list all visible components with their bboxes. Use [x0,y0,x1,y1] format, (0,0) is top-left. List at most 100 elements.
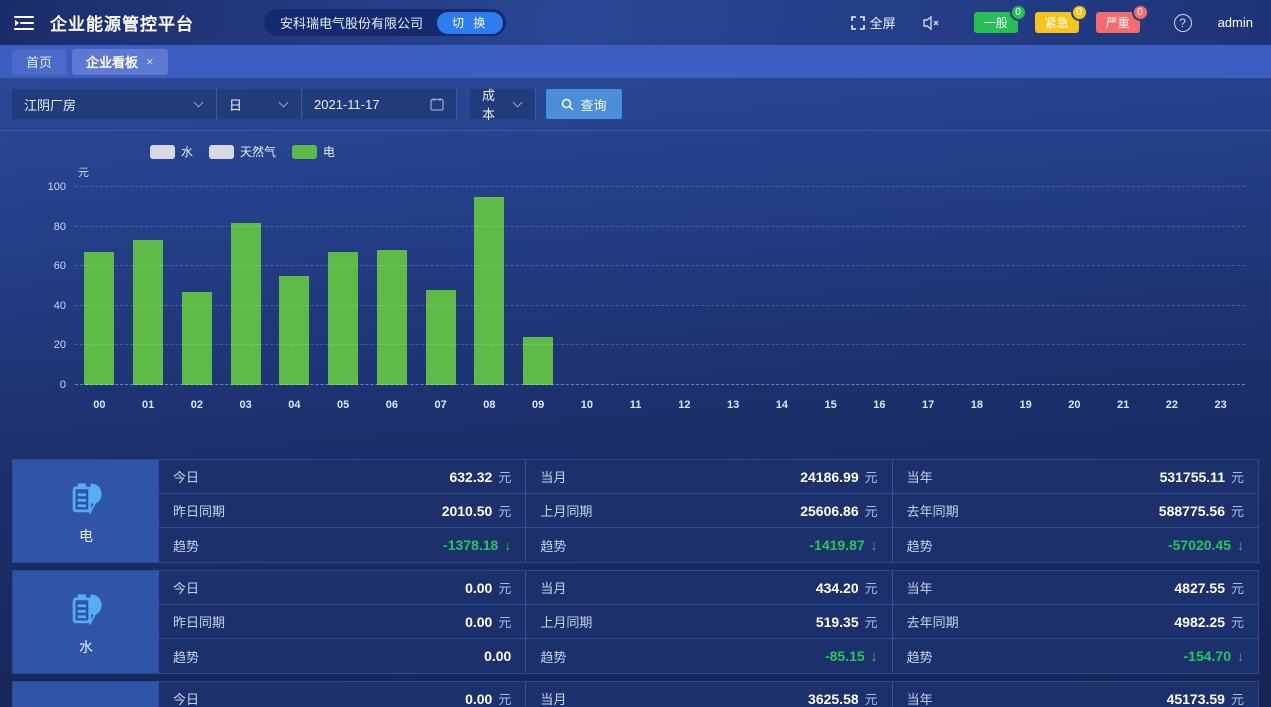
row-values-grid: 今日0.00元当月434.20元当年4827.55元昨日同期0.00元上月同期5… [159,571,1258,673]
query-button-label: 查询 [580,95,606,114]
bar-电-06[interactable] [377,250,407,385]
cell-number: 4827.55 [1174,580,1225,596]
value-cell: 去年同期 588775.56元 [892,494,1258,528]
cell-number: 4982.25 [1174,614,1225,630]
switch-company-button[interactable]: 切 换 [437,12,503,34]
page-title: 企业能源管控平台 [50,10,194,35]
x-tick-label: 13 [709,399,758,411]
cell-value: -85.15↓ [825,648,878,664]
energy-type-name: 电 [79,526,93,546]
value-cell: 趋势-154.70↓ [892,639,1258,673]
cell-label: 趋势 [173,536,199,555]
query-button[interactable]: 查询 [546,89,622,119]
site-select[interactable]: 江阴厂房 [12,89,217,119]
cell-unit: 元 [1231,467,1244,486]
alarm-label: 一般 [984,14,1008,31]
energy-type-name: 水 [79,637,93,657]
row-values-grid: 今日0.00元当月3625.58元当年45173.59元 [159,682,1258,707]
period-select-value: 日 [229,95,268,114]
x-tick-label: 02 [173,399,222,411]
collapse-menu-icon[interactable] [14,12,36,34]
value-cell: 当月434.20元 [525,571,891,605]
table-row-电: 电今日632.32元当月24186.99元当年531755.11元昨日同期201… [12,459,1259,563]
date-input[interactable]: 2021-11-17 [302,89,457,119]
cell-label: 去年同期 [907,501,959,520]
cell-value: -154.70↓ [1184,648,1244,664]
bar-slot-23 [1196,187,1245,385]
tab-首页[interactable]: 首页 [12,49,66,75]
x-tick-label: 03 [221,399,270,411]
legend-item-天然气[interactable]: 天然气 [209,143,276,160]
bar-电-04[interactable] [279,276,309,385]
legend-label: 天然气 [240,143,276,160]
bar-slot-17 [904,187,953,385]
cell-label: 上月同期 [540,612,592,631]
cell-label: 上月同期 [540,501,592,520]
y-tick-label: 20 [54,339,66,351]
legend-item-水[interactable]: 水 [150,143,193,160]
cell-label: 去年同期 [907,612,959,631]
bar-电-00[interactable] [84,252,114,385]
cell-label: 昨日同期 [173,612,225,631]
energy-type-cell[interactable]: 电 [13,460,159,562]
bar-slot-18 [953,187,1002,385]
cell-unit: 元 [865,467,878,486]
cell-value: -1378.18↓ [443,537,511,553]
cell-unit: 元 [865,501,878,520]
metric-select[interactable]: 成本 [470,89,536,119]
cell-unit: 元 [1231,612,1244,631]
bar-电-01[interactable] [133,240,163,385]
trend-down-icon: ↓ [504,537,511,553]
bar-slot-12 [660,187,709,385]
value-cell: 昨日同期2010.50元 [159,494,525,528]
legend-item-电[interactable]: 电 [292,143,335,160]
gridline [75,265,1245,266]
cell-label: 趋势 [540,536,566,555]
mute-speaker-icon[interactable] [922,15,940,31]
cell-value: 519.35元 [816,612,878,631]
tab-企业看板[interactable]: 企业看板× [72,49,168,75]
tab-label: 首页 [26,52,52,71]
alarm-button-严重[interactable]: 严重0 [1096,12,1140,33]
alarm-button-紧急[interactable]: 紧急0 [1035,12,1079,33]
x-tick-label: 23 [1196,399,1245,411]
x-axis: 0001020304050607080910111213141516171819… [75,399,1245,411]
company-name: 安科瑞电气股份有限公司 [280,13,423,32]
app-header: 企业能源管控平台 安科瑞电气股份有限公司 切 换 全屏 一般0紧急0严重0 ? … [0,0,1271,45]
y-tick-label: 40 [54,300,66,312]
cell-label: 今日 [173,467,199,486]
x-tick-label: 01 [124,399,173,411]
cell-unit: 元 [498,689,511,707]
metric-select-value: 成本 [482,85,502,123]
value-cell: 当年531755.11元 [892,460,1258,494]
table-row-水: 水今日0.00元当月434.20元当年4827.55元昨日同期0.00元上月同期… [12,570,1259,674]
cell-label: 今日 [173,578,199,597]
x-tick-label: 10 [563,399,612,411]
gridline [75,186,1245,187]
value-cell: 当年45173.59元 [892,682,1258,707]
x-tick-label: 22 [1148,399,1197,411]
bar-电-03[interactable] [231,223,261,385]
energy-type-icon [64,587,108,631]
cell-value: 588775.56元 [1159,501,1244,520]
x-tick-label: 12 [660,399,709,411]
cell-label: 当月 [540,689,566,707]
user-menu[interactable]: admin [1218,15,1253,30]
cell-unit: 元 [1231,501,1244,520]
cell-number: 531755.11 [1160,469,1225,485]
bar-series [75,187,1245,385]
value-cell: 上月同期 519.35元 [525,605,891,639]
cell-number: 25606.86 [800,503,858,519]
period-select[interactable]: 日 [217,89,302,119]
bar-电-02[interactable] [182,292,212,385]
y-tick-label: 60 [54,260,66,272]
bar-电-05[interactable] [328,252,358,385]
fullscreen-label: 全屏 [870,13,896,32]
energy-type-cell[interactable] [13,682,159,707]
help-icon[interactable]: ? [1174,14,1192,32]
fullscreen-button[interactable]: 全屏 [851,13,896,32]
energy-type-cell[interactable]: 水 [13,571,159,673]
cell-number: 2010.50 [442,503,493,519]
tab-close-icon[interactable]: × [146,54,154,69]
alarm-button-一般[interactable]: 一般0 [974,12,1018,33]
